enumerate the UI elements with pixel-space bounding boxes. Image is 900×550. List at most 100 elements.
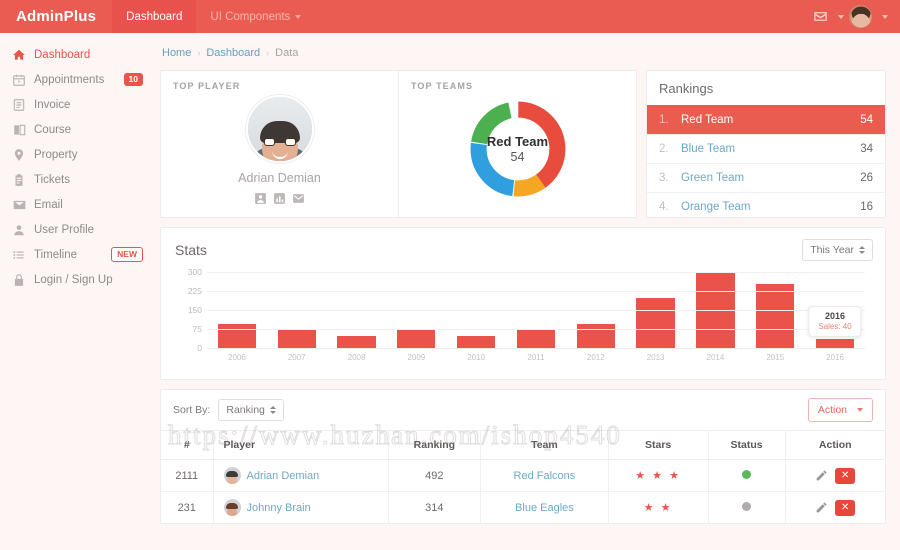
sidebar-item-appointments-label: Appointments — [34, 73, 105, 86]
chart-bar-cell[interactable]: 2014 — [686, 273, 746, 362]
bar-chart-icon[interactable] — [273, 192, 286, 205]
x-axis-tick: 2012 — [586, 353, 605, 362]
ranking-row-3[interactable]: 3. Green Team 26 — [647, 163, 885, 192]
donut-chart-wrap: Red Team 54 — [411, 93, 624, 205]
breadcrumb-dashboard[interactable]: Dashboard — [206, 47, 260, 59]
ranking-name-1: Red Team — [681, 113, 734, 126]
chart-bar-cell[interactable]: 2010 — [446, 273, 506, 362]
ranking-row-1[interactable]: 1. Red Team 54 — [647, 105, 885, 134]
chart-bar-cell[interactable]: 2012 — [566, 273, 626, 362]
top-row: TOP PLAYER Adrian Demian TOP TEAMS Red T… — [160, 70, 886, 218]
x-axis-tick: 2014 — [706, 353, 725, 362]
sidebar-item-invoice[interactable]: Invoice — [0, 92, 155, 117]
chart-plot-area: 2006 2007 2008 2009 2010 2011 2012 2013 2014 2015… — [188, 267, 865, 362]
row-team[interactable]: Blue Eagles — [480, 491, 609, 523]
action-button-label: Action — [817, 404, 847, 416]
chart-bar-cell[interactable]: 2016 Sales: 40 2016 — [805, 273, 865, 362]
row-ranking: 492 — [388, 459, 482, 492]
sidebar-item-email[interactable]: Email — [0, 192, 155, 217]
row-player-name[interactable]: Adrian Demian — [247, 470, 320, 482]
chart-tooltip-title: 2016 — [825, 311, 846, 321]
pencil-icon[interactable] — [815, 501, 828, 514]
ranking-row-2[interactable]: 2. Blue Team 34 — [647, 134, 885, 163]
nav-item-ui-components[interactable]: UI Components — [196, 0, 315, 33]
envelope-icon[interactable] — [292, 192, 305, 205]
avatar[interactable] — [849, 5, 872, 28]
top-player-body: Adrian Demian — [173, 95, 386, 205]
delete-button[interactable]: ✕ — [835, 467, 856, 484]
sidebar-item-tickets[interactable]: Tickets — [0, 167, 155, 192]
sidebar-item-login-signup[interactable]: Login / Sign Up — [0, 267, 155, 292]
avatar — [223, 467, 241, 484]
user-icon — [12, 223, 34, 237]
chart-bar-cell[interactable]: 2006 — [207, 273, 267, 362]
ranking-position-4: 4. — [659, 201, 669, 213]
sort-updown-icon — [859, 246, 865, 254]
x-axis-tick: 2013 — [646, 353, 665, 362]
delete-button[interactable]: ✕ — [835, 499, 856, 516]
top-player-card: TOP PLAYER Adrian Demian — [161, 71, 398, 217]
ranking-name-2: Blue Team — [681, 143, 736, 155]
chevron-down-icon — [295, 14, 302, 19]
chart-bar[interactable] — [277, 329, 316, 349]
x-axis-tick: 2009 — [407, 353, 426, 362]
chart-bar[interactable] — [217, 323, 257, 349]
breadcrumb-current: Data — [275, 47, 299, 59]
top-panels-card: TOP PLAYER Adrian Demian TOP TEAMS Red T… — [160, 70, 637, 218]
sidebar-item-dashboard[interactable]: Dashboard — [0, 42, 155, 67]
sidebar-item-property[interactable]: Property — [0, 142, 155, 167]
ranking-position-3: 3. — [659, 172, 669, 184]
chart-bar-cell[interactable]: 2009 — [386, 273, 446, 362]
table-row[interactable]: 2111 Adrian Demian 492 Red Falcons ★ ★ ★… — [161, 459, 885, 492]
map-pin-icon — [12, 148, 34, 162]
col-id: # — [161, 430, 214, 460]
brand-logo[interactable]: AdminPlus — [0, 0, 112, 33]
row-status — [708, 491, 786, 523]
appointments-badge: 10 — [123, 73, 143, 86]
sidebar-item-timeline[interactable]: Timeline NEW — [0, 242, 155, 267]
avatar — [223, 499, 241, 516]
ranking-row-4[interactable]: 4. Orange Team 16 — [647, 192, 885, 217]
sort-by-select[interactable]: Ranking — [218, 399, 284, 421]
nav-item-dashboard[interactable]: Dashboard — [112, 0, 197, 33]
sidebar-item-course[interactable]: Course — [0, 117, 155, 142]
table-row[interactable]: 231 Johnny Brain 314 Blue Eagles ★ ★ ✕ — [161, 491, 885, 523]
breadcrumb-home[interactable]: Home — [162, 47, 191, 59]
chart-bar-cell[interactable]: 2015 — [745, 273, 805, 362]
chart-bar[interactable] — [756, 284, 795, 349]
col-stars: Stars — [608, 430, 709, 460]
chart-bar-cell[interactable]: 2008 — [327, 273, 387, 362]
chart-bar-cell[interactable]: 2011 — [506, 273, 566, 362]
chart-bar[interactable] — [516, 329, 556, 349]
top-player-name: Adrian Demian — [238, 171, 321, 185]
user-icon[interactable] — [254, 192, 267, 205]
y-axis-tick: 300 — [187, 267, 202, 277]
chart-bar[interactable] — [636, 298, 675, 349]
row-team[interactable]: Red Falcons — [480, 459, 609, 492]
chart-bar-cell[interactable]: 2013 — [626, 273, 686, 362]
x-axis-tick: 2006 — [228, 353, 246, 362]
chart-bar[interactable] — [576, 323, 615, 349]
main-content: Home › Dashboard › Data TOP PLAYER Adria… — [155, 33, 900, 550]
table-body: 2111 Adrian Demian 492 Red Falcons ★ ★ ★… — [161, 459, 885, 523]
x-axis-tick: 2015 — [766, 353, 785, 362]
table-head: # Player Ranking Team Stars Status Actio… — [161, 430, 885, 460]
pencil-icon[interactable] — [815, 469, 828, 482]
profile-chevron-down-icon[interactable] — [882, 14, 888, 19]
chart-bar[interactable] — [397, 329, 436, 349]
sidebar-item-user-profile[interactable]: User Profile — [0, 217, 155, 242]
action-button[interactable]: Action — [807, 398, 873, 422]
col-status: Status — [708, 430, 786, 460]
chart-bar-cell[interactable]: 2007 — [267, 273, 327, 362]
period-select[interactable]: This Year — [802, 239, 873, 261]
ranking-score-1: 54 — [860, 113, 873, 126]
top-teams-title: TOP TEAMS — [411, 81, 474, 91]
envelope-icon[interactable] — [813, 9, 828, 24]
mail-chevron-down-icon[interactable] — [838, 14, 844, 19]
envelope-icon — [12, 198, 34, 212]
chart-bar[interactable] — [696, 273, 735, 349]
invoice-icon — [12, 98, 34, 112]
row-player-name[interactable]: Johnny Brain — [247, 502, 311, 514]
sidebar-item-appointments[interactable]: Appointments 10 — [0, 67, 155, 92]
chart-gridline: 150 — [188, 305, 865, 315]
